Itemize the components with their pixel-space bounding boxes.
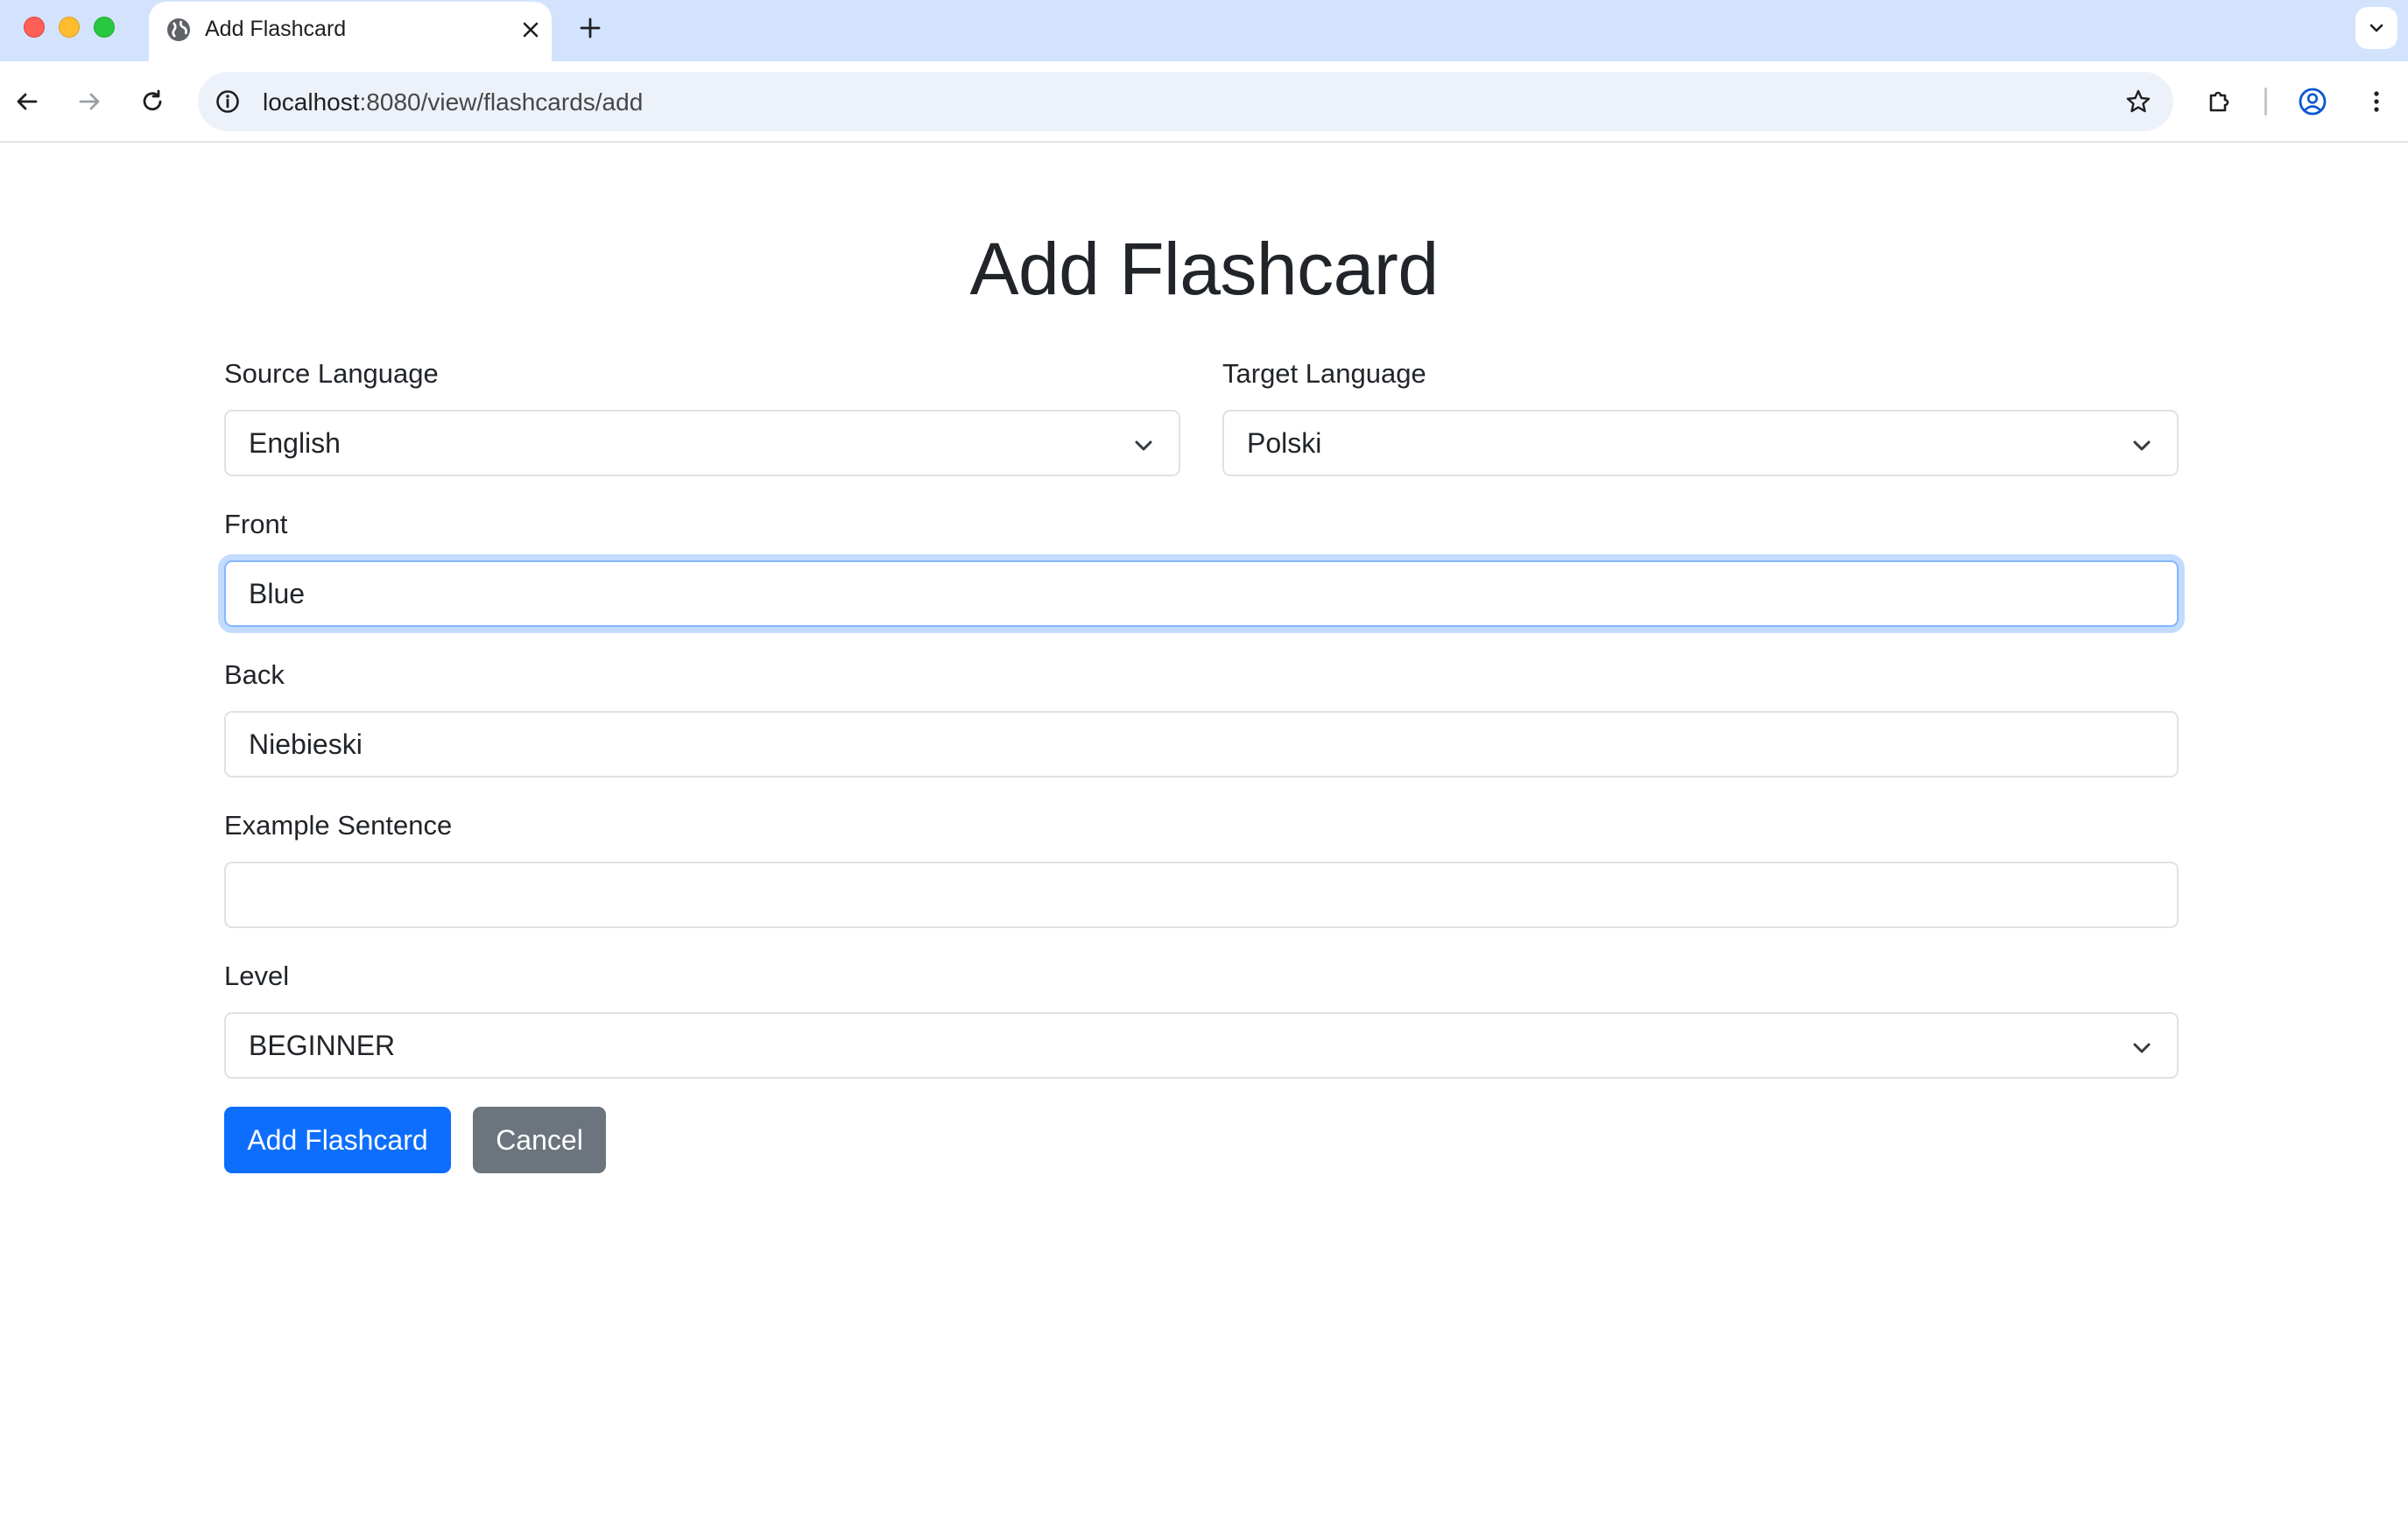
tab-add-flashcard[interactable]: Add Flashcard [149, 2, 552, 61]
account-circle-icon[interactable] [2290, 79, 2335, 124]
info-icon[interactable] [210, 84, 245, 119]
level-label: Level [224, 961, 290, 991]
chevron-down-icon [1131, 433, 1156, 457]
plus-icon[interactable] [573, 11, 608, 46]
back-label: Back [224, 659, 285, 690]
target-language-label: Target Language [1222, 358, 1426, 389]
close-icon[interactable] [515, 14, 546, 46]
target-language-select[interactable]: Polski [1222, 410, 2179, 476]
chevron-down-icon [2130, 1035, 2154, 1059]
page-title: Add Flashcard [969, 228, 1439, 310]
star-icon[interactable] [2121, 84, 2156, 119]
address-bar[interactable]: localhost:8080/view/flashcards/add [198, 72, 2173, 131]
tab-title: Add Flashcard [205, 17, 347, 41]
front-label: Front [224, 509, 288, 539]
url-text: localhost:8080/view/flashcards/add [263, 88, 643, 116]
window-close-button[interactable] [24, 17, 45, 38]
toolbar-separator [2264, 88, 2267, 116]
source-language-label: Source Language [224, 358, 439, 389]
kebab-menu-icon[interactable] [2354, 79, 2399, 124]
puzzle-icon[interactable] [2196, 79, 2242, 124]
url-path: :8080/view/flashcards/add [359, 88, 644, 116]
front-value: Blue [249, 577, 306, 609]
target-language-value: Polski [1247, 426, 1322, 459]
source-language-select[interactable]: English [224, 410, 1180, 476]
browser-toolbar: localhost:8080/view/flashcards/add [0, 61, 2408, 143]
globe-icon [165, 16, 193, 44]
arrow-left-icon[interactable] [4, 79, 50, 124]
url-host: localhost [263, 88, 360, 116]
chevron-down-icon [2130, 433, 2154, 457]
front-input[interactable]: Blue [224, 560, 2179, 627]
tab-strip: Add Flashcard [0, 0, 2408, 61]
reload-icon[interactable] [130, 79, 175, 124]
arrow-right-icon[interactable] [67, 79, 112, 124]
back-value: Niebieski [249, 728, 363, 760]
window-zoom-button[interactable] [94, 17, 115, 38]
source-language-value: English [249, 426, 341, 459]
chevron-down-icon[interactable] [2355, 7, 2397, 49]
window-minimize-button[interactable] [59, 17, 80, 38]
add-flashcard-button[interactable]: Add Flashcard [224, 1107, 451, 1173]
level-value: BEGINNER [249, 1029, 396, 1061]
back-input[interactable]: Niebieski [224, 711, 2179, 778]
example-sentence-label: Example Sentence [224, 810, 453, 841]
cancel-button[interactable]: Cancel [473, 1107, 606, 1173]
example-sentence-input[interactable] [224, 862, 2179, 928]
level-select[interactable]: BEGINNER [224, 1012, 2179, 1079]
page-content: Add Flashcard Source Language English Ta… [0, 144, 2408, 1534]
